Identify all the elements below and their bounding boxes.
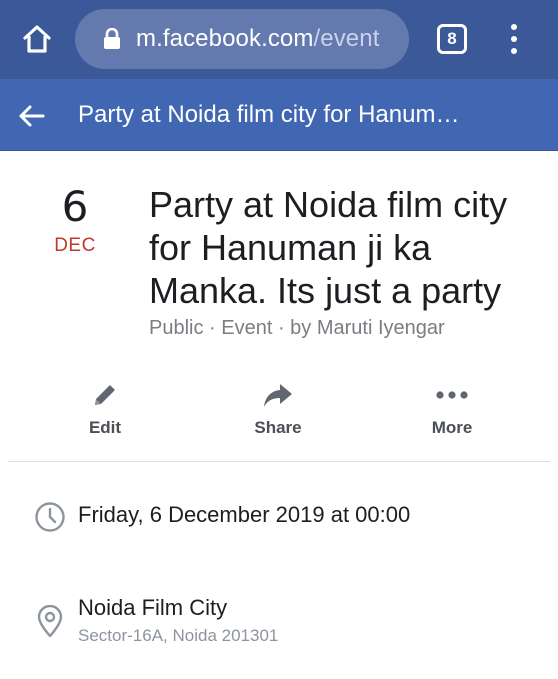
event-date-month: DEC	[54, 235, 96, 256]
page-title: Party at Noida film city for Hanum…	[78, 101, 460, 128]
event-datetime: Friday, 6 December 2019 at 00:00	[78, 502, 411, 527]
share-label: Share	[254, 418, 302, 437]
share-button[interactable]: Share	[218, 378, 338, 438]
url-host: m.facebook.com	[136, 25, 314, 52]
edit-button[interactable]: Edit	[45, 378, 165, 438]
location-link[interactable]: Noida Film City	[78, 595, 227, 621]
url-text: m.facebook.com/event	[136, 25, 379, 53]
browser-toolbar: m.facebook.com/event 8	[0, 0, 558, 79]
tab-switcher-button[interactable]: 8	[437, 24, 467, 54]
divider	[8, 461, 550, 462]
location-pin-icon	[34, 605, 66, 638]
home-icon[interactable]	[18, 20, 56, 58]
back-arrow-icon[interactable]	[14, 99, 48, 133]
pencil-icon	[88, 378, 122, 412]
more-button[interactable]: More	[392, 378, 512, 438]
location-address: Sector-16A, Noida 201301	[78, 626, 279, 645]
event-date-day: 6	[61, 182, 89, 231]
more-label: More	[431, 418, 473, 437]
more-dots-icon	[435, 378, 469, 412]
lock-icon	[102, 27, 122, 51]
event-title: Party at Noida film city for Hanuman ji …	[149, 184, 508, 311]
page-header: Party at Noida film city for Hanum…	[0, 79, 558, 151]
event-meta: Public · Event · by Maruti Iyengar	[149, 317, 445, 339]
url-bar[interactable]: m.facebook.com/event	[75, 9, 409, 69]
edit-label: Edit	[88, 418, 122, 437]
kebab-menu-icon[interactable]	[500, 22, 528, 56]
share-arrow-icon	[261, 378, 295, 412]
url-path: /event	[313, 25, 380, 52]
clock-icon	[34, 501, 66, 533]
